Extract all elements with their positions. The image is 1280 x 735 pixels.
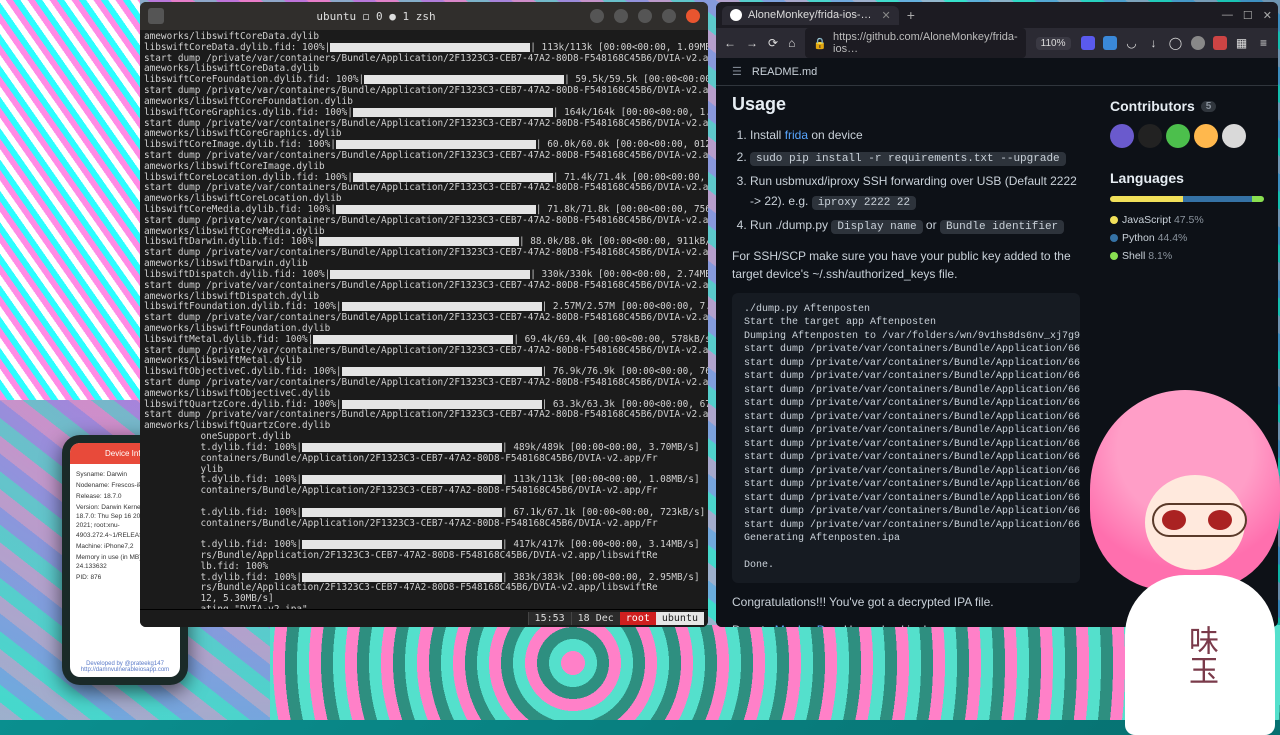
- terminal-output[interactable]: ameworks/libswiftCoreData.dylib libswift…: [140, 30, 708, 609]
- back-icon[interactable]: ←: [724, 36, 736, 50]
- drag-text: Drag to MonkeyDev, Happy hacking!: [732, 621, 1080, 627]
- terminal-title: ubuntu ◻ 0 ● 1 zsh: [172, 10, 580, 23]
- languages-list: JavaScript 47.5%Python 44.4%Shell 8.1%: [1110, 212, 1264, 266]
- bundle-id-code: Bundle identifier: [940, 220, 1064, 234]
- search-icon[interactable]: [590, 9, 604, 23]
- terminal-app-icon: [148, 8, 164, 24]
- status-host: ubuntu: [656, 612, 704, 625]
- account-icon[interactable]: ◯: [1169, 36, 1183, 50]
- status-date: 18 Dec: [571, 612, 620, 625]
- ssh-note: For SSH/SCP make sure you have your publ…: [732, 247, 1080, 283]
- avatar[interactable]: [1222, 124, 1246, 148]
- frida-link[interactable]: frida: [785, 128, 808, 142]
- contributor-avatars[interactable]: [1110, 124, 1264, 148]
- bookmark-icon[interactable]: [1103, 36, 1117, 50]
- new-tab-button[interactable]: +: [907, 7, 915, 23]
- extensions-area: ◡ ↓ ◯ ▦ ≡: [1081, 36, 1271, 50]
- extension-icon[interactable]: [1191, 36, 1205, 50]
- display-name-code: Display name: [831, 220, 922, 234]
- step-4: Run ./dump.py Display name or Bundle ide…: [750, 215, 1080, 237]
- maximize-icon[interactable]: [662, 9, 676, 23]
- window-close-icon[interactable]: ✕: [1263, 9, 1272, 22]
- browser-tab-active[interactable]: AloneMonkey/frida-ios-… ✕: [722, 6, 899, 25]
- wallpaper-bottom: [270, 625, 1280, 720]
- close-icon[interactable]: [686, 9, 700, 23]
- url-bar[interactable]: 🔒 https://github.com/AloneMonkey/frida-i…: [805, 28, 1025, 58]
- pocket-icon[interactable]: ◡: [1125, 36, 1139, 50]
- menu-icon[interactable]: ≡: [1257, 36, 1271, 50]
- iproxy-code: iproxy 2222 22: [812, 196, 916, 210]
- wallpaper-corner: [0, 0, 140, 400]
- browser-tabstrip[interactable]: AloneMonkey/frida-ios-… ✕ + — ☐ ✕: [716, 2, 1278, 28]
- step-2: sudo pip install -r requirements.txt --u…: [750, 147, 1080, 169]
- status-user: root: [620, 612, 656, 625]
- forward-icon[interactable]: →: [746, 36, 758, 50]
- close-tab-icon[interactable]: ✕: [882, 9, 891, 22]
- zoom-indicator[interactable]: 110%: [1036, 37, 1071, 50]
- browser-toolbar: ← → ⟳ ⌂ 🔒 https://github.com/AloneMonkey…: [716, 28, 1278, 58]
- window-minimize-icon[interactable]: —: [1222, 9, 1233, 22]
- readme-header: ☰ README.md: [716, 58, 1278, 86]
- readme-content[interactable]: Usage Install frida on device sudo pip i…: [716, 86, 1096, 627]
- downloads-icon[interactable]: ↓: [1147, 36, 1161, 50]
- repo-sidebar: Contributors5 Languages JavaScript 47.5%…: [1096, 86, 1278, 627]
- languages-bar: [1110, 196, 1264, 202]
- terminal-status-bar: 15:53 18 Dec root ubuntu: [140, 609, 708, 627]
- apps-icon[interactable]: ▦: [1235, 36, 1249, 50]
- terminal-titlebar[interactable]: ubuntu ◻ 0 ● 1 zsh: [140, 2, 708, 30]
- avatar[interactable]: [1166, 124, 1190, 148]
- phone-footer: Developed by @prateekg147 http://damnvul…: [70, 657, 180, 677]
- step-1: Install frida on device: [750, 125, 1080, 145]
- status-time: 15:53: [528, 612, 571, 625]
- window-maximize-icon[interactable]: ☐: [1243, 9, 1253, 22]
- menu-icon[interactable]: [614, 9, 628, 23]
- terminal-window[interactable]: ubuntu ◻ 0 ● 1 zsh ameworks/libswiftCore…: [140, 2, 708, 627]
- avatar[interactable]: [1194, 124, 1218, 148]
- browser-window[interactable]: AloneMonkey/frida-ios-… ✕ + — ☐ ✕ ← → ⟳ …: [716, 2, 1278, 627]
- extension-icon[interactable]: [1081, 36, 1095, 50]
- list-icon[interactable]: ☰: [732, 65, 742, 78]
- url-text: https://github.com/AloneMonkey/frida-ios…: [833, 31, 1018, 55]
- avatar[interactable]: [1110, 124, 1134, 148]
- extension-icon[interactable]: [1213, 36, 1227, 50]
- congrats-text: Congratulations!!! You've got a decrypte…: [732, 593, 1080, 611]
- contributors-heading: Contributors5: [1110, 98, 1264, 114]
- minimize-icon[interactable]: [638, 9, 652, 23]
- tab-title: AloneMonkey/frida-ios-…: [748, 9, 872, 21]
- monkeydev-link[interactable]: MonkeyDev: [775, 623, 837, 627]
- lock-icon: 🔒: [813, 37, 827, 50]
- avatar[interactable]: [1138, 124, 1162, 148]
- readme-filename[interactable]: README.md: [752, 66, 817, 78]
- step-3: Run usbmuxd/iproxy SSH forwarding over U…: [750, 171, 1080, 213]
- example-output-codeblock[interactable]: ./dump.py Aftenposten Start the target a…: [732, 293, 1080, 583]
- github-icon: [730, 9, 742, 21]
- pip-install-code: sudo pip install -r requirements.txt --u…: [750, 152, 1066, 166]
- languages-heading: Languages: [1110, 170, 1264, 186]
- usage-heading: Usage: [732, 94, 1080, 115]
- contributors-count: 5: [1201, 101, 1217, 112]
- home-icon[interactable]: ⌂: [788, 36, 795, 50]
- reload-icon[interactable]: ⟳: [768, 36, 778, 50]
